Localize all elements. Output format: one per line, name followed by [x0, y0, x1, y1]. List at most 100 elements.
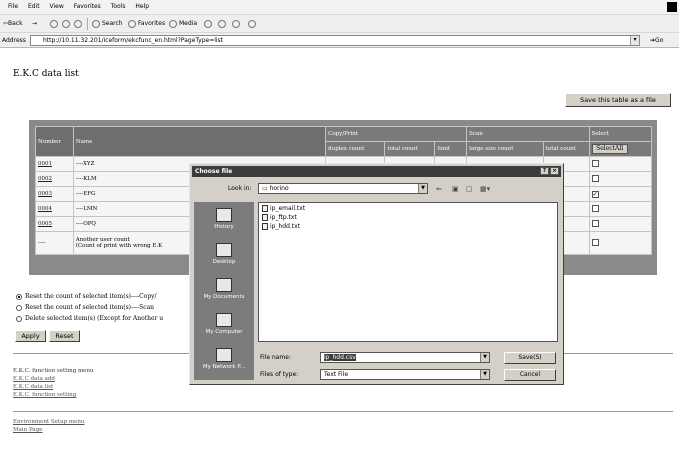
home-icon[interactable] — [74, 19, 84, 29]
file-name-input[interactable]: ip_hdd.csv ▼ — [320, 352, 490, 363]
row-number-link[interactable]: 0005 — [38, 221, 52, 227]
row-checkbox[interactable] — [591, 174, 599, 182]
chevron-down-icon[interactable]: ▼ — [480, 353, 489, 362]
row-number-link[interactable]: 0001 — [38, 161, 52, 167]
cancel-button[interactable]: Cancel — [504, 369, 556, 381]
folder-icon: ▭ — [262, 185, 270, 192]
row-number-link[interactable]: 0002 — [38, 176, 52, 182]
place-desktop[interactable]: Desktop — [194, 243, 254, 265]
save-table-button[interactable]: Save this table as a file — [565, 93, 671, 107]
history-icon — [216, 208, 232, 222]
address-label: Address — [2, 37, 26, 44]
header-copy-print: Copy/Print — [326, 127, 467, 141]
place-my-documents[interactable]: My Documents — [194, 278, 254, 300]
link-ekc-data-list[interactable]: E.K.C data list — [13, 383, 94, 391]
print-icon[interactable] — [232, 19, 242, 29]
text-file-icon — [262, 214, 268, 221]
menu-help[interactable]: Help — [135, 0, 149, 14]
back-button[interactable]: ⇦Back — [3, 19, 23, 29]
help-button[interactable]: ? — [540, 167, 549, 175]
header-total-count: total count — [385, 142, 435, 156]
menu-tools[interactable]: Tools — [111, 0, 126, 14]
menu-view[interactable]: View — [50, 0, 64, 14]
row-checkbox[interactable] — [591, 159, 599, 167]
text-file-icon — [262, 205, 268, 212]
refresh-icon[interactable] — [62, 19, 72, 29]
address-dropdown-icon[interactable]: ▾ — [630, 36, 639, 45]
row-checkbox[interactable] — [591, 238, 599, 246]
favorites-label: Favorites — [138, 20, 166, 27]
favorites-button[interactable]: Favorites — [128, 19, 165, 29]
place-my-network[interactable]: My Network P... — [194, 348, 254, 370]
place-label: My Documents — [203, 294, 245, 300]
apply-button[interactable]: Apply — [15, 330, 46, 342]
radio[interactable] — [16, 304, 22, 311]
radio-option-reset-copy[interactable]: Reset the count of selected item(s)----C… — [16, 291, 163, 302]
place-my-computer[interactable]: My Computer — [194, 313, 254, 335]
reset-button[interactable]: Reset — [49, 330, 80, 342]
file-name: ip_email.txt — [270, 205, 306, 212]
ekc-menu-title: E.K.C. function setting menu — [13, 368, 94, 374]
up-folder-icon[interactable]: ▣ — [452, 185, 459, 193]
stop-icon[interactable] — [50, 19, 60, 29]
file-item[interactable]: ip_email.txt — [262, 205, 305, 212]
row-number-link[interactable]: 0003 — [38, 191, 52, 197]
link-environment-setup[interactable]: Environment Setup menu — [13, 418, 84, 426]
header-limit: limit — [435, 142, 467, 156]
row-checkbox[interactable] — [591, 219, 599, 227]
address-url: http://10.11.32.201/iceform/ekcfunc_en.h… — [43, 37, 224, 44]
look-in-select[interactable]: ▭ horino ▼ — [258, 183, 428, 194]
radio-selected[interactable] — [16, 293, 22, 300]
row-checkbox-checked[interactable]: ✓ — [591, 190, 599, 198]
file-item[interactable]: ip_ftp.txt — [262, 214, 297, 221]
forward-button[interactable]: → — [32, 19, 37, 29]
header-select-all-cell: SelectAll — [589, 142, 651, 156]
address-bar: Address http://10.11.32.201/iceform/ekcf… — [0, 32, 679, 48]
chevron-down-icon[interactable]: ▼ — [480, 370, 489, 379]
place-history[interactable]: History — [194, 208, 254, 230]
ekc-menu: E.K.C. function setting menu E.K.C data … — [13, 367, 94, 399]
network-icon — [216, 348, 232, 362]
menu-favorites[interactable]: Favorites — [74, 0, 101, 14]
search-button[interactable]: Search — [92, 19, 123, 29]
menu-file[interactable]: File — [8, 0, 18, 14]
radio[interactable] — [16, 315, 22, 322]
link-ekc-function-setting[interactable]: E.K.C. function setting — [13, 391, 94, 399]
divider — [13, 411, 673, 412]
file-type-select[interactable]: Text File ▼ — [320, 369, 490, 380]
close-button[interactable]: × — [550, 167, 559, 175]
go-button[interactable]: ➔Go — [650, 37, 663, 44]
select-all-button[interactable]: SelectAll — [591, 144, 628, 154]
file-item[interactable]: ip_hdd.txt — [262, 223, 300, 230]
file-type-label: Files of type: — [260, 371, 299, 378]
radio-label: Reset the count of selected item(s)----C… — [25, 293, 157, 300]
documents-icon — [216, 278, 232, 292]
radio-option-reset-scan[interactable]: Reset the count of selected item(s)----S… — [16, 302, 163, 313]
new-folder-icon[interactable]: ▢ — [466, 185, 473, 193]
place-label: My Network P... — [202, 364, 246, 370]
desktop-icon — [216, 243, 232, 257]
row-checkbox[interactable] — [591, 204, 599, 212]
save-button[interactable]: Save(S) — [504, 352, 556, 364]
link-main-page[interactable]: Main Page — [13, 426, 84, 434]
history-icon[interactable] — [204, 19, 214, 29]
reset-options: Reset the count of selected item(s)----C… — [16, 291, 163, 324]
back-arrow-icon[interactable]: ⇐ — [436, 185, 442, 193]
favorites-icon — [128, 19, 136, 28]
media-button[interactable]: Media — [169, 19, 197, 29]
media-icon — [169, 19, 177, 28]
menu-edit[interactable]: Edit — [28, 0, 40, 14]
row-number-link[interactable]: 0004 — [38, 206, 52, 212]
mail-icon[interactable] — [218, 19, 228, 29]
view-menu-icon[interactable]: ▦▾ — [480, 185, 490, 193]
header-scan: Scan — [467, 127, 589, 141]
chevron-down-icon[interactable]: ▼ — [418, 184, 427, 193]
radio-option-delete[interactable]: Delete selected item(s) (Except for Anot… — [16, 313, 163, 324]
address-input[interactable]: http://10.11.32.201/iceform/ekcfunc_en.h… — [30, 35, 640, 46]
link-ekc-data-add[interactable]: E.K.C data add — [13, 375, 94, 383]
edit-icon[interactable] — [248, 19, 258, 29]
search-label: Search — [102, 20, 123, 27]
row-number: ---- — [36, 232, 73, 254]
header-select: Select — [589, 127, 651, 141]
file-name-label: File name: — [260, 354, 291, 361]
